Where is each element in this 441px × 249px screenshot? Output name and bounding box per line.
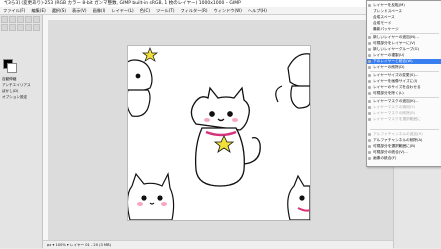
menu-layer[interactable]: レイヤー(L): [108, 7, 136, 14]
toolbox: 自動伸縮 アンチエイリアス ぼかし(D) オプション設定: [0, 15, 43, 248]
tool-option[interactable]: 自動伸縮: [2, 77, 16, 82]
item-icon: [368, 86, 371, 89]
tool-grid: [1, 16, 40, 31]
cat-bottom-right: [287, 174, 310, 220]
cat-top-left: [128, 47, 159, 117]
tool-button[interactable]: [17, 16, 24, 23]
tool-button[interactable]: [33, 24, 40, 31]
layer-context-menu: レイヤーを反転(M) ブレンドスペース 合成スペース 合成モード 最新パッケージ…: [366, 0, 441, 167]
menu-item[interactable]: 画像の統合(F): [367, 156, 441, 161]
cat-top-right: [275, 53, 310, 109]
menu-separator: [370, 71, 439, 72]
item-icon: [368, 42, 371, 45]
fg-bg-color-swatch[interactable]: [3, 59, 17, 73]
menu-item[interactable]: 可視部分の統合(V)...: [367, 150, 441, 155]
tool-button[interactable]: [1, 24, 8, 31]
item-icon: [368, 133, 371, 136]
background-color[interactable]: [7, 63, 17, 73]
tool-button[interactable]: [25, 24, 32, 31]
menu-item[interactable]: 新しいレイヤーグループ(G): [367, 47, 441, 52]
item-icon: [368, 139, 371, 142]
tool-button[interactable]: [9, 16, 16, 23]
cat-center: [190, 86, 261, 187]
tool-button[interactable]: [33, 16, 40, 23]
menu-item[interactable]: 合成モード: [367, 21, 441, 26]
menu-separator: [370, 129, 439, 130]
menu-item[interactable]: レイヤーの複製(U): [367, 53, 441, 58]
menu-item[interactable]: レイヤーマスクの追加(K)...: [367, 99, 441, 104]
menu-item-disabled: レイヤーマスクを選択範囲に: [367, 117, 441, 122]
tool-option[interactable]: オプション設定: [2, 95, 27, 100]
item-icon: [368, 36, 371, 39]
menu-item-disabled: レイヤーマスクの適用(Y): [367, 105, 441, 110]
menu-separator: [370, 97, 439, 98]
item-icon: [368, 66, 371, 69]
tool-option[interactable]: アンチエイリアス: [2, 83, 31, 88]
menu-item[interactable]: レイヤーサイズの変更(S)...: [367, 73, 441, 78]
tool-button[interactable]: [25, 16, 32, 23]
menu-image[interactable]: 画像(I): [90, 7, 109, 14]
menu-item-highlighted[interactable]: 下のレイヤーと統合(W): [367, 59, 441, 64]
menu-item[interactable]: 可視部分を除く(L): [367, 91, 441, 96]
menu-select[interactable]: 選択(S): [49, 7, 69, 14]
item-icon: [368, 4, 371, 7]
menu-separator: [370, 33, 439, 34]
menu-item-disabled: レイヤーマスクの削除(R): [367, 111, 441, 116]
menu-item[interactable]: アルファチャンネルの削除(A): [367, 138, 441, 143]
item-icon: [368, 60, 371, 63]
menu-item[interactable]: レイヤーのサイズを合わせる: [367, 85, 441, 90]
menu-item[interactable]: 新しいレイヤーの追加(N)...: [367, 35, 441, 40]
window-title: *[3ら3] (変更あり)-253 (RGB カラー 8-bit ガンマ整数, …: [4, 1, 241, 6]
tool-option[interactable]: ぼかし(D): [2, 89, 18, 94]
menu-item[interactable]: レイヤーを画像サイズに(I): [367, 79, 441, 84]
menu-file[interactable]: ファイル(F): [0, 7, 28, 14]
menu-item[interactable]: ブレンドスペース: [367, 9, 441, 14]
menu-item[interactable]: 合成スペース: [367, 15, 441, 20]
item-icon: [368, 54, 371, 57]
menu-edit[interactable]: 編集(E): [28, 7, 48, 14]
menu-help[interactable]: ヘルプ(H): [245, 7, 270, 14]
menu-colors[interactable]: 色(C): [137, 7, 153, 14]
menu-windows[interactable]: ウィンドウ(W): [211, 7, 245, 14]
menu-tools[interactable]: ツール(T): [153, 7, 177, 14]
cat-illustration: [128, 47, 310, 220]
item-icon: [368, 92, 371, 95]
item-icon: [368, 48, 371, 51]
tool-button[interactable]: [9, 24, 16, 31]
item-icon: [368, 112, 371, 115]
menu-item-disabled: アルファチャンネルの追加(H): [367, 132, 441, 137]
menu-item[interactable]: 可視部分をレイヤーに(V): [367, 41, 441, 46]
item-icon: [368, 145, 371, 148]
item-icon: [368, 151, 371, 154]
cat-bottom-left: [128, 172, 175, 220]
menu-item[interactable]: 可視部分を選択範囲に(B): [367, 144, 441, 149]
tool-button[interactable]: [1, 16, 8, 23]
item-icon: [368, 74, 371, 77]
tool-button[interactable]: [17, 24, 24, 31]
item-icon: [368, 80, 371, 83]
item-icon: [368, 118, 371, 121]
menu-item[interactable]: レイヤーを反転(M): [367, 3, 441, 8]
menu-item[interactable]: レイヤーの削除(D): [367, 65, 441, 70]
menu-item[interactable]: 最新パッケージ: [367, 27, 441, 32]
image-canvas[interactable]: [128, 46, 310, 220]
item-icon: [368, 106, 371, 109]
item-icon: [368, 157, 371, 160]
menu-filters[interactable]: フィルター(R): [177, 7, 210, 14]
menu-view[interactable]: 表示(V): [69, 7, 90, 14]
item-icon: [368, 100, 371, 103]
